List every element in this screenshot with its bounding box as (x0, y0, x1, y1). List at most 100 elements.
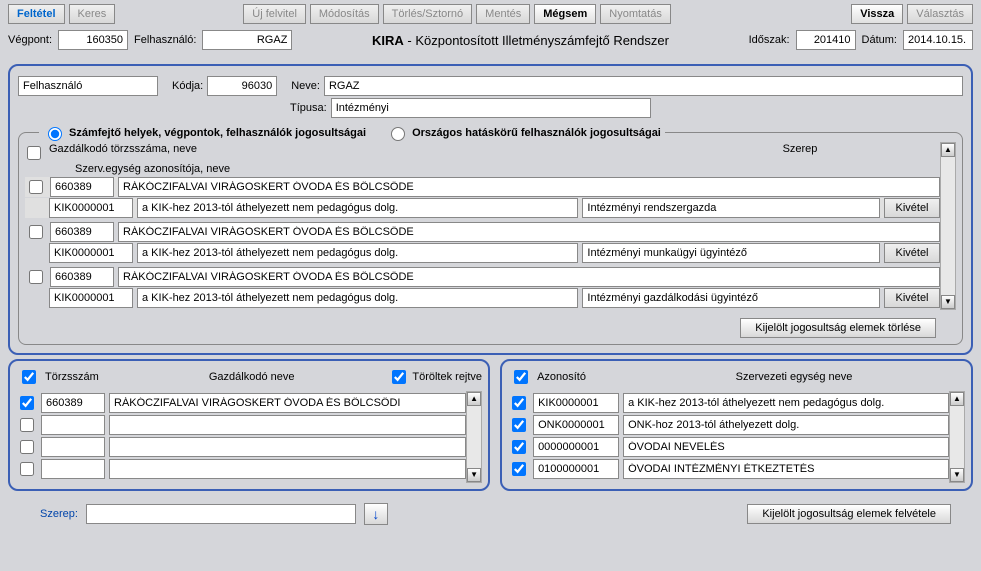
valasztas-button[interactable]: Választás (907, 4, 973, 24)
scroll-up-icon[interactable]: ▲ (941, 143, 955, 157)
perm-szerep-field[interactable] (582, 243, 880, 263)
left-torzs-field[interactable] (41, 393, 105, 413)
left-row-checkbox[interactable] (20, 440, 34, 454)
radio-szamfejto-label: Számfejtő helyek, végpontok, felhasználó… (69, 127, 366, 139)
left-scrollbar[interactable]: ▲ ▼ (466, 391, 482, 483)
left-torzs-field[interactable] (41, 415, 105, 435)
scroll-down-icon[interactable]: ▼ (950, 468, 964, 482)
kodja-field[interactable] (207, 76, 277, 96)
list-item (508, 415, 949, 435)
right-azon-field[interactable] (533, 459, 619, 479)
feltetel-button[interactable]: Feltétel (8, 4, 65, 24)
szerep-field[interactable] (86, 504, 356, 524)
right-row-checkbox[interactable] (512, 440, 526, 454)
radio-orszagos-label: Országos hatáskörű felhasználók jogosult… (412, 127, 661, 139)
left-header-nev: Gazdálkodó neve (121, 371, 382, 383)
right-scrollbar[interactable]: ▲ ▼ (949, 391, 965, 483)
keres-button[interactable]: Keres (69, 4, 116, 24)
kivetel-button[interactable]: Kivétel (884, 243, 940, 263)
perm-azonnev-field[interactable] (137, 198, 578, 218)
list-item (16, 415, 466, 435)
perm-szerep-field[interactable] (582, 198, 880, 218)
left-header-torzs: Törzsszám (45, 371, 115, 383)
perm-row-checkbox[interactable] (29, 180, 43, 194)
radio-orszagos-input[interactable] (391, 127, 405, 141)
perm-torzsnev-field[interactable] (118, 222, 940, 242)
nyomtatas-button[interactable]: Nyomtatás (600, 4, 671, 24)
toroltek-checkbox[interactable] (392, 370, 406, 384)
left-row-checkbox[interactable] (20, 418, 34, 432)
right-row-checkbox[interactable] (512, 462, 526, 476)
perm-torzs-field[interactable] (50, 222, 114, 242)
right-nev-field[interactable] (623, 415, 949, 435)
perm-azonnev-field[interactable] (137, 288, 578, 308)
radio-szamfejto-input[interactable] (48, 127, 62, 141)
right-row-checkbox[interactable] (512, 418, 526, 432)
left-torzs-field[interactable] (41, 459, 105, 479)
modositas-button[interactable]: Módosítás (310, 4, 379, 24)
add-perms-button[interactable]: Kijelölt jogosultság elemek felvétele (747, 504, 951, 524)
scroll-up-icon[interactable]: ▲ (950, 392, 964, 406)
right-nev-field[interactable] (623, 393, 949, 413)
toroltek-label: Töröltek rejtve (412, 371, 482, 383)
right-azon-field[interactable] (533, 393, 619, 413)
datum-label: Dátum: (862, 34, 897, 46)
kivetel-button[interactable]: Kivétel (884, 198, 940, 218)
left-torzs-field[interactable] (41, 437, 105, 457)
right-azon-field[interactable] (533, 437, 619, 457)
perms-scrollbar[interactable]: ▲ ▼ (940, 142, 956, 310)
perms-header-szerep: Szerep (750, 143, 850, 163)
scroll-down-icon[interactable]: ▼ (941, 295, 955, 309)
perm-azon-field[interactable] (49, 288, 133, 308)
left-row-checkbox[interactable] (20, 396, 34, 410)
list-item (16, 459, 466, 479)
list-item (508, 393, 949, 413)
perm-azon-field[interactable] (49, 243, 133, 263)
left-nev-field[interactable] (109, 437, 466, 457)
radio-szamfejto[interactable]: Számfejtő helyek, végpontok, felhasználó… (43, 124, 366, 141)
tipusa-field[interactable] (331, 98, 651, 118)
left-nev-field[interactable] (109, 415, 466, 435)
kivetel-button[interactable]: Kivétel (884, 288, 940, 308)
scroll-up-icon[interactable]: ▲ (467, 392, 481, 406)
kodja-label: Kódja: (172, 80, 203, 92)
right-azon-field[interactable] (533, 415, 619, 435)
uj-felvitel-button[interactable]: Új felvitel (243, 4, 306, 24)
left-nev-field[interactable] (109, 459, 466, 479)
user-title-field[interactable] (18, 76, 158, 96)
right-header-nev: Szervezeti egység neve (623, 371, 965, 383)
left-nev-field[interactable] (109, 393, 466, 413)
perm-row-checkbox[interactable] (29, 225, 43, 239)
szerep-dropdown-button[interactable]: ↓ (364, 503, 388, 525)
perm-torzsnev-field[interactable] (118, 177, 940, 197)
right-nev-field[interactable] (623, 459, 949, 479)
neve-label: Neve: (291, 80, 320, 92)
idoszak-field[interactable] (796, 30, 856, 50)
perm-azon-field[interactable] (49, 198, 133, 218)
felhasznalo-label: Felhasználó: (134, 34, 196, 46)
vegpont-field[interactable] (58, 30, 128, 50)
perm-torzs-field[interactable] (50, 177, 114, 197)
perm-azonnev-field[interactable] (137, 243, 578, 263)
left-row-checkbox[interactable] (20, 462, 34, 476)
toroltek-checkbox-wrap[interactable]: Töröltek rejtve (388, 367, 482, 387)
perm-szerep-field[interactable] (582, 288, 880, 308)
delete-perms-button[interactable]: Kijelölt jogosultság elemek törlése (740, 318, 936, 338)
perm-torzs-field[interactable] (50, 267, 114, 287)
torles-button[interactable]: Törlés/Sztornó (383, 4, 473, 24)
scroll-down-icon[interactable]: ▼ (467, 468, 481, 482)
felhasznalo-field[interactable] (202, 30, 292, 50)
left-header-checkbox[interactable] (22, 370, 36, 384)
radio-orszagos[interactable]: Országos hatáskörű felhasználók jogosult… (386, 124, 661, 141)
right-row-checkbox[interactable] (512, 396, 526, 410)
datum-field[interactable] (903, 30, 973, 50)
perm-torzsnev-field[interactable] (118, 267, 940, 287)
mentes-button[interactable]: Mentés (476, 4, 530, 24)
megsem-button[interactable]: Mégsem (534, 4, 596, 24)
neve-field[interactable] (324, 76, 963, 96)
vissza-button[interactable]: Vissza (851, 4, 903, 24)
right-header-checkbox[interactable] (514, 370, 528, 384)
perm-row-checkbox[interactable] (29, 270, 43, 284)
perms-header-checkbox[interactable] (27, 146, 41, 160)
right-nev-field[interactable] (623, 437, 949, 457)
